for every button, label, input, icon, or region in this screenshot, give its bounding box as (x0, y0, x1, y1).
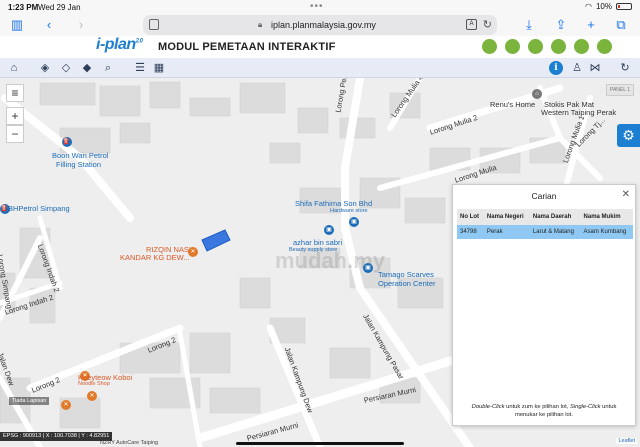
search-shortcut-icon[interactable] (505, 39, 520, 54)
coordinate-readout: EPSG : 900913 | X : 100.7038 | Y : 4.829… (0, 432, 113, 441)
battery-icon (616, 3, 632, 10)
help-shortcut-icon[interactable] (574, 39, 589, 54)
wifi-icon: ◠ (585, 2, 592, 11)
cell-daerah[interactable]: Larut & Matang (529, 225, 581, 239)
layers-icon[interactable]: ◈ (38, 61, 52, 75)
column-header: Nama Mukim (580, 209, 633, 225)
share-nodes-icon[interactable]: ⋈ (588, 61, 602, 75)
url-text[interactable]: iplan.planmalaysia.gov.my (271, 20, 376, 30)
shop-pin-icon[interactable]: ▣ (349, 217, 359, 227)
column-header: Nama Negeri (483, 209, 530, 225)
cell-lot[interactable]: 34798 (457, 225, 484, 239)
poi-nzry[interactable]: NZRY AutoCare Taiping (100, 440, 158, 446)
address-bar[interactable]: 🔒︎ iplan.planmalaysia.gov.my A ↻ (143, 15, 497, 35)
lock-icon: 🔒︎ (258, 20, 263, 29)
poi-boon-wan[interactable]: Boon Wan Petrol (52, 151, 108, 160)
poi-renu[interactable]: Renu's Home (490, 100, 535, 109)
status-time: 1:23 PM (8, 3, 39, 12)
home-indicator[interactable] (236, 442, 404, 445)
zoom-in-button[interactable]: + (6, 107, 24, 125)
browser-toolbar: ▥ ‹ › 🔒︎ iplan.planmalaysia.gov.my A ↻ ⤓… (0, 14, 640, 36)
multitask-dots-icon[interactable]: ••• (310, 1, 324, 12)
restaurant-pin-icon-4[interactable]: ✕ (61, 400, 71, 410)
zoom-out-button[interactable]: − (6, 125, 24, 143)
tabs-overview-icon[interactable]: ⧉ (612, 16, 630, 34)
table-header-row: No Lot Nama Negeri Nama Daerah Nama Muki… (457, 209, 633, 225)
person-icon[interactable]: ♙ (570, 61, 584, 75)
filter-icon[interactable]: ≡ (6, 84, 24, 102)
restaurant-pin-icon[interactable]: ✕ (188, 247, 198, 257)
site-header: i-plan2.0 MODUL PEMETAAN INTERAKTIF (0, 36, 640, 58)
poi-bhpetrol[interactable]: BHPetrol Simpang (8, 204, 70, 213)
new-tab-icon[interactable]: + (582, 16, 600, 34)
cell-mukim[interactable]: Asam Kumbang (580, 225, 633, 239)
results-table: No Lot Nama Negeri Nama Daerah Nama Muki… (457, 209, 633, 239)
selected-lot-polygon[interactable] (201, 229, 231, 252)
shop-pin-icon-2[interactable]: ▣ (324, 225, 334, 235)
print-shortcut-icon[interactable] (551, 39, 566, 54)
cell-negeri[interactable]: Perak (483, 225, 530, 239)
column-header: No Lot (457, 209, 484, 225)
share-icon[interactable]: ⇪ (552, 16, 570, 34)
usage-note: Double-Click untuk zum ke pilihan lot, S… (471, 404, 617, 418)
shop-pin-icon-3[interactable]: ▣ (363, 263, 373, 273)
status-right: ◠ 10% (585, 2, 632, 11)
page-title: MODUL PEMETAAN INTERAKTIF (158, 41, 336, 53)
grid-icon[interactable]: ▦ (152, 61, 166, 75)
restaurant-pin-icon-3[interactable]: ✕ (87, 391, 97, 401)
layer-status: Tiada Lapisan (9, 397, 50, 405)
user-shortcut-icon[interactable] (597, 39, 612, 54)
back-icon[interactable]: ‹ (40, 16, 58, 34)
poi-shifa-type: Hardware store (330, 208, 368, 214)
home-shortcut-icon[interactable] (482, 39, 497, 54)
forward-icon[interactable]: › (72, 16, 90, 34)
petrol-pin-icon[interactable]: ⛽ (62, 137, 72, 147)
status-date: Wed 29 Jan (38, 3, 81, 12)
page-menu-icon[interactable] (149, 19, 159, 30)
search-result-panel: Carian ✕ No Lot Nama Negeri Nama Daerah … (452, 184, 636, 426)
close-icon[interactable]: ✕ (622, 189, 630, 200)
reload-icon[interactable]: ↻ (483, 18, 492, 31)
layers-add-icon[interactable]: ◇ (59, 61, 73, 75)
poi-azhar[interactable]: azhar bin sabri (293, 238, 342, 247)
download-icon[interactable]: ⤓ (520, 16, 538, 34)
header-shortcuts (482, 39, 612, 54)
poi-tamago[interactable]: Tamago Scarves (378, 270, 434, 279)
leaflet-attribution[interactable]: Leaflet (616, 438, 637, 444)
poi-rizqin-line2[interactable]: KANDAR KG DEW... (120, 253, 190, 262)
home-icon[interactable]: ⌂ (7, 61, 21, 75)
table-row[interactable]: 34798 Perak Larut & Matang Asam Kumbang (457, 225, 633, 239)
refresh-icon[interactable]: ↻ (618, 61, 632, 75)
zoom-search-icon[interactable]: ⌕ (101, 61, 115, 75)
ios-status-bar: 1:23 PM Wed 29 Jan ••• ◠ 10% (0, 0, 640, 14)
settings-gear-icon[interactable]: ⚙ (617, 124, 640, 147)
poi-kueyteow-type: Noodle Shop (78, 381, 110, 387)
info-icon[interactable]: i (549, 61, 563, 75)
iplan-logo: i-plan2.0 (96, 36, 143, 53)
poi-shifa[interactable]: Shifa Fathima Son Bhd (295, 199, 372, 208)
poi-boon-wan-line2[interactable]: Filling Station (56, 160, 101, 169)
panel-title: Carian (531, 191, 557, 201)
list-icon[interactable]: ☰ (133, 61, 147, 75)
panel-tag[interactable]: PANEL 1 (606, 84, 635, 96)
sidebar-icon[interactable]: ▥ (8, 16, 26, 34)
layers-shortcut-icon[interactable] (528, 39, 543, 54)
home-pin-icon[interactable]: ⌂ (532, 89, 542, 99)
translate-icon[interactable]: A (466, 19, 477, 30)
column-header: Nama Daerah (529, 209, 581, 225)
layers-remove-icon[interactable]: ◆ (80, 61, 94, 75)
map-toolbar: ⌂ ◈ ◇ ◆ ⌕ ☰ ▦ i ♙ ⋈ ↻ (0, 58, 640, 78)
battery-percent: 10% (595, 2, 612, 11)
poi-tamago-line2[interactable]: Operation Center (378, 279, 436, 288)
